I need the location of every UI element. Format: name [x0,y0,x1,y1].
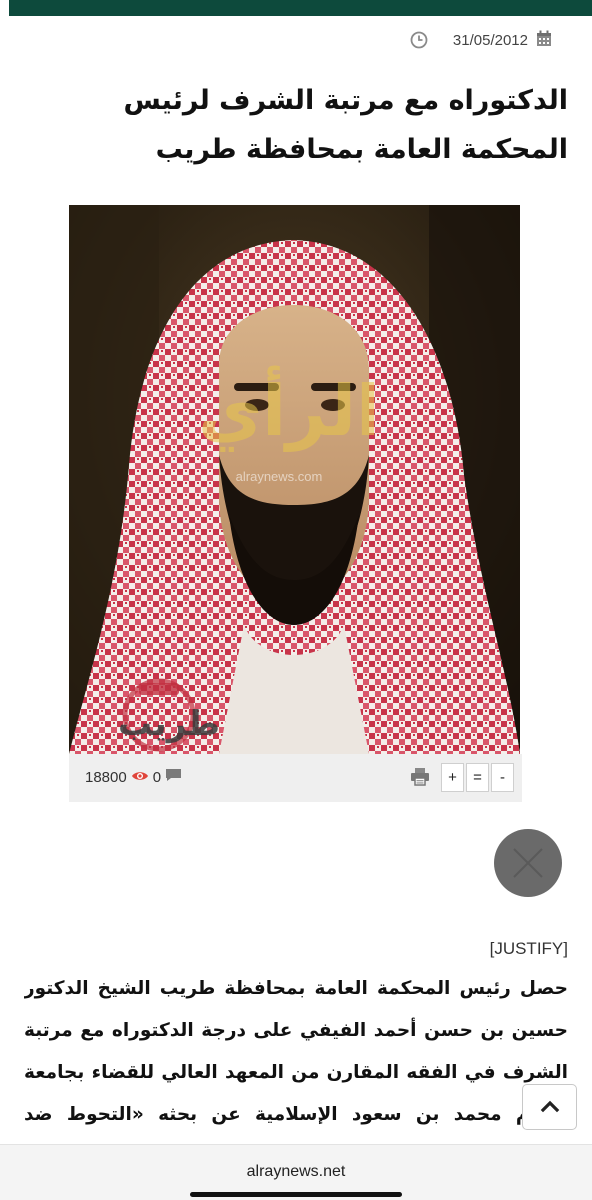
site-header-bar [0,0,592,16]
font-decrease-button[interactable]: - [491,763,514,792]
comment-count: 0 [152,768,162,786]
browser-url[interactable]: alraynews.net [0,1163,592,1181]
scroll-to-top-button[interactable] [522,1084,577,1130]
watermark-mark: الرأي [198,365,380,452]
article-date: 31/05/2012 [452,31,528,49]
view-count: 18800 [85,768,127,786]
justify-tag: [JUSTIFY] [489,939,568,958]
article-photo[interactable]: الرأي alraynews.com طريب [69,205,520,754]
print-icon[interactable] [410,767,430,790]
comment-icon [165,768,182,786]
article-toolbar: 18800 0 + = - [69,754,522,802]
home-indicator [190,1192,402,1197]
clock-icon [410,31,428,53]
loading-spinner [494,829,562,897]
font-reset-button[interactable]: = [466,763,489,792]
article-title: الدكتوراه مع مرتبة الشرف لرئيس المحكمة ا… [123,85,568,165]
chevron-up-icon [540,1098,560,1117]
calendar-icon [536,30,552,51]
eye-icon [131,769,149,786]
article-stats: 18800 0 [85,768,182,786]
font-size-controls: + = - [441,763,514,792]
watermark-logo-text: طريب [118,704,220,744]
browser-bottom-bar: alraynews.net [0,1144,592,1200]
article-body: حصل رئيس المحكمة العامة بمحافظة طريب الش… [24,978,568,1125]
article-meta: 31/05/2012 [453,28,552,52]
header-accent [0,0,9,16]
watermark-site: alraynews.com [236,469,323,484]
font-increase-button[interactable]: + [441,763,464,792]
